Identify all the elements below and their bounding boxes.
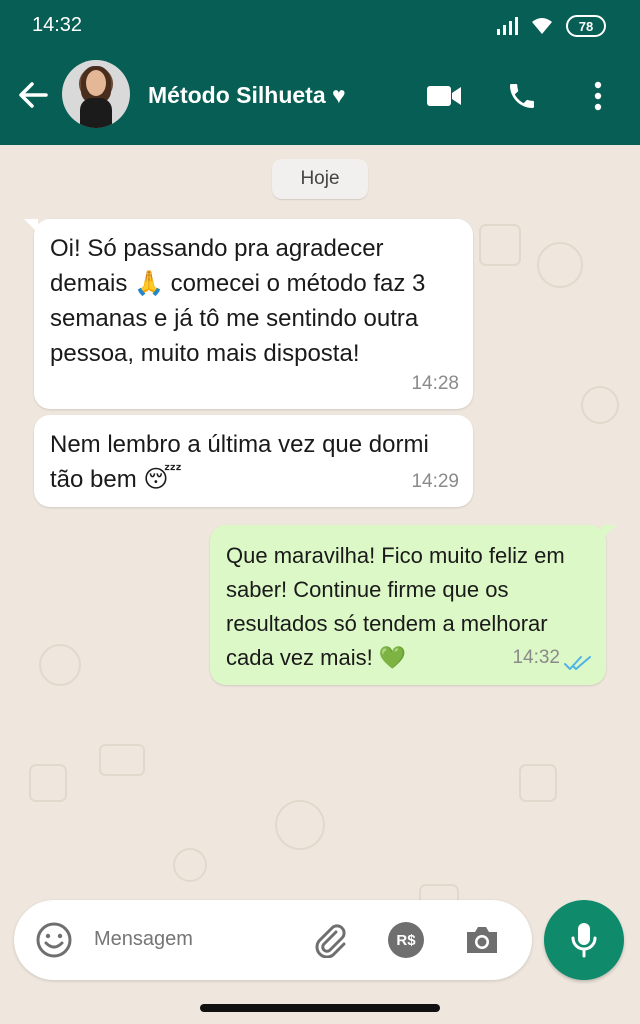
video-call-button[interactable]: [424, 76, 464, 116]
battery-indicator: 78: [566, 15, 606, 37]
chat-header: 14:32 78 Método Silhueta ♥: [0, 0, 640, 145]
chat-area[interactable]: Hoje Oi! Só passando pra agradecer demai…: [0, 145, 640, 1024]
status-icons: 78: [496, 12, 606, 40]
signal-icon: [497, 17, 518, 35]
message-bubble-outgoing[interactable]: Que maravilha! Fico muito feliz em saber…: [210, 525, 616, 685]
message-composer: R$: [14, 900, 532, 980]
contact-name-text: Método Silhueta: [148, 82, 326, 108]
contact-name[interactable]: Método Silhueta ♥: [148, 82, 346, 109]
read-receipt-icon: [564, 656, 591, 670]
bubble-tail: [24, 219, 38, 233]
contact-avatar[interactable]: [62, 60, 130, 128]
more-options-button[interactable]: [578, 76, 618, 116]
battery-level: 78: [578, 18, 594, 34]
date-separator: Hoje: [272, 159, 368, 199]
message-time: 14:28: [411, 373, 459, 394]
message-bubble-incoming[interactable]: Oi! Só passando pra agradecer demais 🙏 c…: [24, 219, 473, 409]
emoji-button[interactable]: [34, 920, 74, 960]
mic-icon: [571, 923, 597, 958]
attach-button[interactable]: [310, 920, 350, 960]
avatar-face: [86, 70, 106, 96]
emoji-icon: [36, 922, 72, 958]
message-input[interactable]: [94, 928, 294, 951]
voice-call-button[interactable]: [502, 76, 542, 116]
home-indicator[interactable]: [200, 1004, 440, 1012]
attach-icon: [315, 924, 346, 958]
wifi-icon: [532, 18, 552, 34]
status-time: 14:32: [32, 14, 83, 36]
video-call-icon: [427, 86, 461, 106]
back-arrow-icon[interactable]: [16, 78, 50, 112]
message-bubble-incoming[interactable]: Nem lembro a última vez que dormi tão be…: [34, 415, 473, 507]
camera-icon: [467, 927, 497, 953]
more-options-icon: [594, 81, 602, 111]
payment-button[interactable]: R$: [386, 920, 426, 960]
message-text: Nem lembro a última vez que dormi tão be…: [50, 431, 429, 493]
camera-button[interactable]: [462, 920, 502, 960]
payment-label: R$: [396, 931, 416, 949]
message-time: 14:32: [512, 647, 560, 668]
heart-icon: ♥: [332, 82, 346, 108]
message-time: 14:29: [411, 471, 459, 492]
payment-icon: R$: [388, 922, 424, 958]
bubble-tail: [602, 525, 616, 539]
avatar-torso: [80, 98, 112, 128]
message-text: Oi! Só passando pra agradecer demais 🙏 c…: [50, 235, 426, 367]
phone-icon: [510, 84, 534, 108]
mic-button[interactable]: [544, 900, 624, 980]
